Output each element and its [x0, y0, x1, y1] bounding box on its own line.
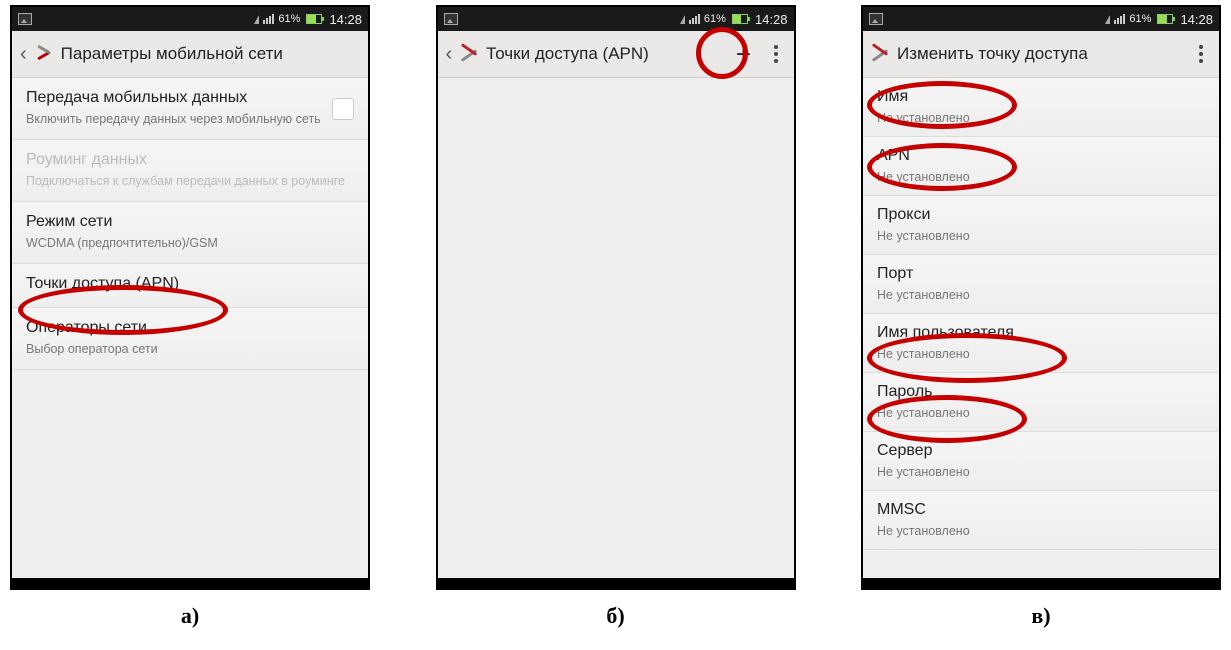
- nav-bar: [12, 578, 368, 588]
- caption-b: б): [436, 603, 796, 629]
- settings-list: Передача мобильных данных Включить перед…: [12, 78, 368, 578]
- signal-icon: [1114, 14, 1125, 24]
- battery-icon: [732, 14, 748, 24]
- battery-pct: 61%: [704, 13, 726, 25]
- apn-list-empty: [438, 78, 794, 578]
- item-sub: Не установлено: [877, 464, 1205, 480]
- item-sub: WCDMA (предпочтительно)/GSM: [26, 235, 354, 251]
- list-item-operators[interactable]: Операторы сети Выбор оператора сети: [12, 308, 368, 370]
- battery-icon: [1157, 14, 1173, 24]
- item-sub: Включить передачу данных через мобильную…: [26, 111, 354, 127]
- apn-edit-list: Имя Не установлено APN Не установлено Пр…: [863, 78, 1219, 578]
- status-bar: 61% 14:28: [438, 7, 794, 31]
- list-item-apn[interactable]: APN Не установлено: [863, 137, 1219, 196]
- item-title: Сервер: [877, 441, 1205, 462]
- item-title: Роуминг данных: [26, 150, 354, 171]
- signal-icon: [263, 14, 274, 24]
- battery-icon: [306, 14, 322, 24]
- data-indicator-icon: [254, 15, 259, 24]
- nav-bar: [438, 578, 794, 588]
- item-sub: Подключаться к службам передачи данных в…: [26, 173, 354, 189]
- item-title: Пароль: [877, 382, 1205, 403]
- clock: 14:28: [1180, 12, 1213, 27]
- overflow-menu-button[interactable]: [1191, 45, 1211, 63]
- item-title: Точки доступа (APN): [26, 274, 354, 295]
- clock: 14:28: [755, 12, 788, 27]
- page-title: Параметры мобильной сети: [61, 44, 360, 64]
- back-button[interactable]: ‹: [20, 43, 29, 66]
- item-sub: Не установлено: [877, 346, 1205, 362]
- screenshot-v: 61% 14:28 Изменить точку доступа Имя Не …: [861, 5, 1221, 590]
- caption-a: а): [10, 603, 370, 629]
- clock: 14:28: [329, 12, 362, 27]
- item-title: MMSC: [877, 500, 1205, 521]
- list-item-apn[interactable]: Точки доступа (APN): [12, 264, 368, 308]
- list-item-username[interactable]: Имя пользователя Не установлено: [863, 314, 1219, 373]
- data-indicator-icon: [1105, 15, 1110, 24]
- image-icon: [869, 13, 883, 25]
- item-title: Порт: [877, 264, 1205, 285]
- list-item-password[interactable]: Пароль Не установлено: [863, 373, 1219, 432]
- item-sub: Не установлено: [877, 228, 1205, 244]
- app-header: Изменить точку доступа: [863, 31, 1219, 78]
- page-title: Изменить точку доступа: [897, 44, 1185, 64]
- item-title: Имя пользователя: [877, 323, 1205, 344]
- screenshot-b: 61% 14:28 ‹ Точки доступа (APN) +: [436, 5, 796, 590]
- list-item-mmsc[interactable]: MMSC Не установлено: [863, 491, 1219, 550]
- back-button[interactable]: ‹: [446, 43, 455, 66]
- item-title: APN: [877, 146, 1205, 167]
- item-title: Операторы сети: [26, 318, 354, 339]
- list-item-mobile-data[interactable]: Передача мобильных данных Включить перед…: [12, 78, 368, 140]
- status-bar: 61% 14:28: [863, 7, 1219, 31]
- list-item-roaming: Роуминг данных Подключаться к службам пе…: [12, 140, 368, 202]
- item-sub: Не установлено: [877, 110, 1205, 126]
- image-icon: [18, 13, 32, 25]
- data-indicator-icon: [680, 15, 685, 24]
- item-title: Имя: [877, 87, 1205, 108]
- list-item-port[interactable]: Порт Не установлено: [863, 255, 1219, 314]
- battery-pct: 61%: [278, 13, 300, 25]
- app-header: ‹ Точки доступа (APN) +: [438, 31, 794, 78]
- checkbox[interactable]: [332, 98, 354, 120]
- item-sub: Выбор оператора сети: [26, 341, 354, 357]
- item-sub: Не установлено: [877, 523, 1205, 539]
- item-sub: Не установлено: [877, 405, 1205, 421]
- item-title: Передача мобильных данных: [26, 88, 354, 109]
- list-item-network-mode[interactable]: Режим сети WCDMA (предпочтительно)/GSM: [12, 202, 368, 264]
- settings-tools-icon: [460, 44, 480, 64]
- list-item-server[interactable]: Сервер Не установлено: [863, 432, 1219, 491]
- image-icon: [444, 13, 458, 25]
- list-item-name[interactable]: Имя Не установлено: [863, 78, 1219, 137]
- battery-pct: 61%: [1129, 13, 1151, 25]
- settings-tools-icon: [35, 44, 55, 64]
- screenshot-a: 61% 14:28 ‹ Параметры мобильной сети Пер…: [10, 5, 370, 590]
- list-item-proxy[interactable]: Прокси Не установлено: [863, 196, 1219, 255]
- app-header: ‹ Параметры мобильной сети: [12, 31, 368, 78]
- page-title: Точки доступа (APN): [486, 44, 721, 64]
- nav-bar: [863, 578, 1219, 588]
- signal-icon: [689, 14, 700, 24]
- status-bar: 61% 14:28: [12, 7, 368, 31]
- item-sub: Не установлено: [877, 287, 1205, 303]
- item-title: Прокси: [877, 205, 1205, 226]
- item-sub: Не установлено: [877, 169, 1205, 185]
- overflow-menu-button[interactable]: [766, 45, 786, 63]
- item-title: Режим сети: [26, 212, 354, 233]
- settings-tools-icon: [871, 44, 891, 64]
- add-apn-button[interactable]: +: [728, 39, 760, 70]
- caption-v: в): [861, 603, 1221, 629]
